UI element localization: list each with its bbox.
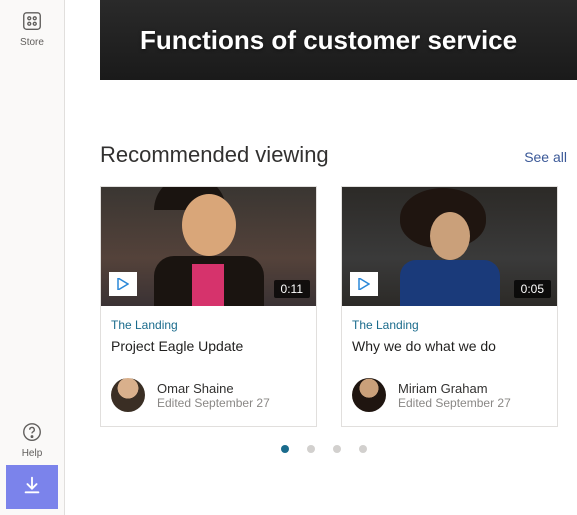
download-icon <box>21 474 43 501</box>
play-icon <box>350 272 378 296</box>
video-cards-row: 0:11 The Landing Project Eagle Update Om… <box>100 186 577 427</box>
avatar <box>352 378 386 412</box>
video-title: Why we do what we do <box>352 338 547 354</box>
help-button[interactable]: Help <box>7 415 57 465</box>
section-title: Recommended viewing <box>100 142 524 168</box>
carousel-dot[interactable] <box>359 445 367 453</box>
see-all-link[interactable]: See all <box>524 149 567 165</box>
download-button[interactable] <box>6 465 58 509</box>
author-name: Miriam Graham <box>398 381 511 396</box>
store-label: Store <box>20 37 44 48</box>
video-duration: 0:05 <box>514 280 551 298</box>
video-duration: 0:11 <box>274 280 310 298</box>
video-thumbnail: 0:11 <box>101 187 316 306</box>
play-icon <box>109 272 137 296</box>
store-icon <box>21 10 43 37</box>
video-thumbnail: 0:05 <box>342 187 557 306</box>
edited-date: Edited September 27 <box>157 396 270 410</box>
carousel-dot[interactable] <box>333 445 341 453</box>
carousel-dots <box>70 445 577 453</box>
video-title: Project Eagle Update <box>111 338 306 354</box>
store-button[interactable]: Store <box>7 4 57 54</box>
video-author: Miriam Graham Edited September 27 <box>352 378 547 412</box>
video-category[interactable]: The Landing <box>111 318 306 332</box>
video-category[interactable]: The Landing <box>352 318 547 332</box>
help-icon <box>21 421 43 448</box>
author-name: Omar Shaine <box>157 381 270 396</box>
avatar <box>111 378 145 412</box>
carousel-dot[interactable] <box>281 445 289 453</box>
carousel-dot[interactable] <box>307 445 315 453</box>
video-author: Omar Shaine Edited September 27 <box>111 378 306 412</box>
hero-banner[interactable]: Functions of customer service <box>100 0 577 80</box>
video-card[interactable]: 0:05 The Landing Why we do what we do Mi… <box>341 186 558 427</box>
hero-title: Functions of customer service <box>140 25 517 56</box>
main-content: Functions of customer service Recommende… <box>65 0 577 515</box>
section-header: Recommended viewing See all <box>100 142 577 168</box>
help-label: Help <box>22 448 43 459</box>
video-card[interactable]: 0:11 The Landing Project Eagle Update Om… <box>100 186 317 427</box>
left-rail: Store Help <box>0 0 65 515</box>
edited-date: Edited September 27 <box>398 396 511 410</box>
